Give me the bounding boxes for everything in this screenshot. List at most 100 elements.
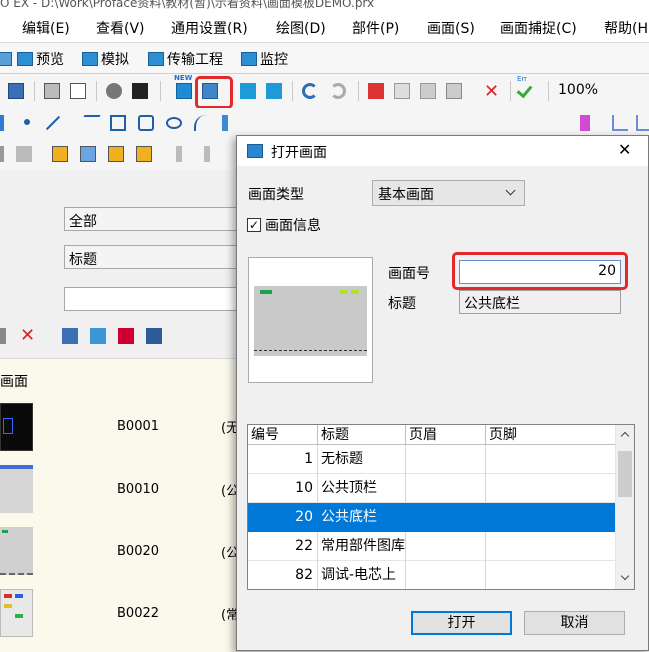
rectangle-tool-icon[interactable] [110,115,126,131]
separator [292,81,293,101]
filter-field[interactable]: 标题 [64,245,244,269]
cell-header [406,474,486,503]
cell-number: 82 [248,561,318,589]
separator [34,81,35,101]
chart-tool-icon[interactable] [580,115,590,131]
preview-canvas [254,286,367,356]
col-footer[interactable]: 页脚 [486,425,616,445]
align-left-icon[interactable] [176,146,182,162]
scrollbar-thumb[interactable] [618,451,632,497]
cell-number: 1 [248,445,318,474]
cut-icon[interactable] [368,83,384,99]
filter-category[interactable]: 全部 [64,207,244,231]
screen-list: 画面 B0001 (无 B0010 (公 B0020 (公 B0022 (常 [0,358,239,652]
error-check-icon[interactable] [516,81,533,99]
window-title-bar: O EX - D:\Work\Proface资料\教材(暂)\示看资料\画面模板… [0,0,649,10]
screen-preview [248,257,373,383]
list-item[interactable]: B0001 (无 [0,399,239,459]
align-icon[interactable] [0,146,4,162]
next-screen-icon[interactable] [266,83,282,99]
menu-screen[interactable]: 画面(S) [427,18,475,38]
col-header[interactable]: 页眉 [406,425,486,445]
menu-common-settings[interactable]: 通用设置(R) [171,18,248,38]
monitor-icon [241,52,257,66]
ellipse-tool-icon[interactable] [166,117,182,129]
new-screen-icon[interactable] [176,83,192,99]
screen-title-field: 公共底栏 [459,290,621,314]
screen-props-icon[interactable] [62,328,78,344]
tab-simulate-label: 模拟 [101,52,129,68]
screen-thumbnail [0,589,33,637]
cancel-button[interactable]: 取消 [524,611,625,635]
table-row-selected[interactable]: 20 公共底栏 [248,503,616,532]
menu-help[interactable]: 帮助(H [604,18,648,38]
menu-parts[interactable]: 部件(P) [352,18,399,38]
col-title[interactable]: 标题 [318,425,406,445]
delete-screen-icon[interactable]: ✕ [20,325,35,346]
trend2-tool-icon[interactable] [636,115,649,131]
backward-icon[interactable] [136,146,152,162]
screen-export-icon[interactable] [118,328,134,344]
menu-screen-capture[interactable]: 画面捕捉(C) [500,18,577,38]
chevron-up-icon[interactable] [620,431,630,441]
screen-link-icon[interactable] [90,328,106,344]
tab-transfer[interactable]: 传输工程 [148,49,223,69]
tab-preview-label: 预览 [36,52,64,68]
screen-type-select[interactable]: 基本画面 [372,180,525,206]
partial-icon[interactable] [0,115,4,131]
redo-icon[interactable] [330,83,346,99]
close-icon[interactable]: ✕ [618,140,631,159]
filter-input[interactable] [64,287,244,311]
list-item[interactable]: B0020 (公 [0,525,239,585]
polyline-tool-icon[interactable] [75,115,101,131]
align-center-icon[interactable] [204,146,210,162]
back-icon[interactable] [80,146,96,162]
zoom-level[interactable]: 100% [558,82,598,98]
delete-icon[interactable]: ✕ [484,81,499,102]
save-icon[interactable] [8,83,24,99]
screen-number-highlight [452,252,628,290]
copy-icon[interactable] [394,83,410,99]
trend-tool-icon[interactable] [612,115,628,131]
cell-title: 公共底栏 [318,503,406,532]
menu-view[interactable]: 查看(V) [96,18,145,38]
tab-simulate[interactable]: 模拟 [82,49,129,69]
undo-icon[interactable] [302,83,318,99]
menu-draw[interactable]: 绘图(D) [276,18,326,38]
tab-partial[interactable] [0,49,15,69]
dot-tool-icon[interactable] [24,119,30,125]
table-row[interactable]: 82 调试-电芯上 [248,561,616,589]
screen-type-label: 画面类型 [248,187,304,203]
copy-screen-icon[interactable] [0,328,6,344]
paste-icon[interactable] [420,83,436,99]
arc-tool-icon[interactable] [194,115,210,131]
prev-screen-icon[interactable] [240,83,256,99]
front-icon[interactable] [52,146,68,162]
open-button[interactable]: 打开 [411,611,512,635]
list-item[interactable]: B0010 (公 [0,463,239,523]
chevron-down-icon[interactable] [620,571,630,581]
screen-info-checkbox[interactable]: ✓ [247,218,261,232]
col-number[interactable]: 编号 [248,425,318,445]
tool-icon[interactable] [106,83,122,99]
table-row[interactable]: 10 公共顶栏 [248,474,616,503]
print-preview-icon[interactable] [70,83,86,99]
screen-sort-icon[interactable] [146,328,162,344]
tab-monitor[interactable]: 监控 [241,49,288,69]
line-tool-icon[interactable] [45,115,61,131]
duplicate-icon[interactable] [446,83,462,99]
polygon-tool-icon[interactable] [138,115,154,131]
text-tool-icon[interactable] [222,115,228,131]
table-row[interactable]: 22 常用部件图库 [248,532,616,561]
table-scrollbar[interactable] [615,425,634,589]
preview-mark [260,290,272,294]
camera-icon[interactable] [132,83,148,99]
group-icon[interactable] [16,146,32,162]
table-row[interactable]: 1 无标题 [248,445,616,474]
menu-edit[interactable]: 编辑(E) [22,18,70,38]
list-item[interactable]: B0022 (常 [0,587,239,647]
cell-footer [486,532,616,561]
print-icon[interactable] [44,83,60,99]
tab-preview[interactable]: 预览 [17,49,64,69]
forward-icon[interactable] [108,146,124,162]
